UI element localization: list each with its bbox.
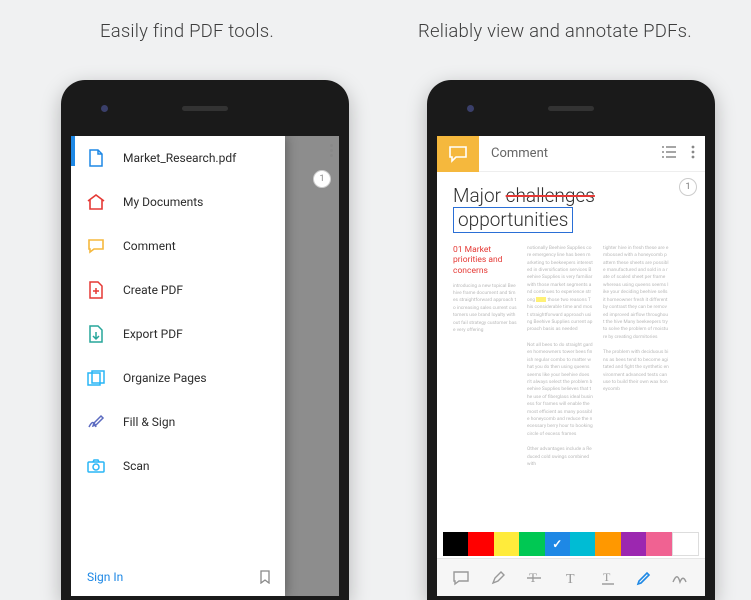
svg-text:T: T [566,572,575,586]
heading-prefix: Major [453,184,506,207]
drawer-item-label: Create PDF [123,283,183,297]
placeholder-text: notionally Beehive Supplies core emergen… [527,245,593,334]
screen-right: Comment 1 Major challenges opportunities [437,136,705,596]
tool-draw[interactable] [634,568,654,588]
tool-highlight[interactable] [488,568,508,588]
drawer-footer: Sign In [71,560,285,596]
phone-led [101,105,108,112]
color-swatch-red[interactable] [468,532,493,556]
doc-column-2: notionally Beehive Supplies core emergen… [527,245,593,469]
annotation-toolbar: T T T [437,558,705,596]
tool-strikethrough[interactable]: T [524,568,544,588]
color-swatch-purple[interactable] [621,532,646,556]
phone-mockup-right: Comment 1 Major challenges opportunities [427,80,715,600]
color-swatch-green[interactable] [519,532,544,556]
placeholder-text: The problem with deciduous bins as bees … [603,349,669,394]
tool-underline[interactable]: T [598,568,618,588]
page-number-badge: 1 [313,170,331,188]
organize-pages-icon [87,369,105,387]
document-columns: 01 Market priorities and concerns introd… [453,245,689,469]
tool-add-text[interactable]: T [561,568,581,588]
drawer-item-label: Scan [123,459,150,473]
caption-right: Reliably view and annotate PDFs. [418,20,692,42]
doc-column-1: 01 Market priorities and concerns introd… [453,245,517,469]
highlight-mark [536,297,546,302]
check-icon: ✓ [552,537,562,551]
inserted-text-box[interactable]: opportunities [453,207,573,233]
bookmark-icon[interactable] [259,570,271,584]
fill-sign-icon [87,413,105,431]
caption-left: Easily find PDF tools. [100,20,274,42]
doc-subhead: 01 Market priorities and concerns [453,245,517,277]
document-heading: Major challenges [453,184,689,208]
screen-left: 1 Market_Research.pdf My Documents [71,136,339,596]
drawer-accent-bar [71,136,75,166]
page-number-badge: 1 [679,178,697,196]
phone-speaker [182,106,228,111]
sign-in-link[interactable]: Sign In [87,570,123,584]
topbar-actions [661,144,705,163]
file-icon [87,149,105,167]
drawer-item-label: Market_Research.pdf [123,151,236,165]
drawer-item-export-pdf[interactable]: Export PDF [71,312,285,356]
color-swatch-blue[interactable]: ✓ [545,532,570,556]
color-swatch-black[interactable] [443,532,468,556]
topbar-title: Comment [479,146,661,161]
drawer-item-label: Fill & Sign [123,415,175,429]
doc-column-3: tighter hive in fresh these are embossed… [603,245,669,469]
annotate-topbar: Comment [437,136,705,172]
page-number-value: 1 [319,174,324,184]
placeholder-text: Not all bees to do straight garden homeo… [527,342,593,438]
phone-bezel [61,80,349,136]
drawer-item-label: My Documents [123,195,203,209]
comment-mode-icon[interactable] [437,136,479,172]
heading-strikethrough: challenges [506,184,595,207]
color-swatch-yellow[interactable] [494,532,519,556]
tool-comment[interactable] [451,568,471,588]
color-swatch-cyan[interactable] [570,532,595,556]
tool-signature[interactable] [671,568,691,588]
drawer-item-create-pdf[interactable]: Create PDF [71,268,285,312]
export-pdf-icon [87,325,105,343]
drawer-item-label: Comment [123,239,176,253]
document-viewport[interactable]: Major challenges opportunities 01 Market… [437,172,705,526]
comment-icon [87,237,105,255]
drawer-item-comment[interactable]: Comment [71,224,285,268]
placeholder-text: Other advantages include a Reduced cold … [527,446,593,468]
promo-stage: Easily find PDF tools. Reliably view and… [0,0,751,547]
drawer-item-fill-sign[interactable]: Fill & Sign [71,400,285,444]
drawer-item-organize[interactable]: Organize Pages [71,356,285,400]
home-icon [87,193,105,211]
phone-mockup-left: 1 Market_Research.pdf My Documents [61,80,349,600]
drawer-item-label: Export PDF [123,327,183,341]
phone-bezel [427,80,715,136]
drawer-item-label: Organize Pages [123,371,207,385]
color-swatch-orange[interactable] [595,532,620,556]
color-swatch-white[interactable] [672,532,699,556]
view-list-icon[interactable] [661,144,677,163]
page-number-value: 1 [685,182,690,192]
placeholder-text: introducing a new topical Beehive frame … [453,283,517,335]
create-pdf-icon [87,281,105,299]
drawer-item-file[interactable]: Market_Research.pdf [71,136,285,180]
phone-speaker [548,106,594,111]
color-palette: ✓ [443,532,699,556]
placeholder-text: tighter hive in fresh these are embossed… [603,245,669,341]
drawer-item-scan[interactable]: Scan [71,444,285,488]
heading-insert-row: opportunities [453,208,689,231]
color-swatch-pink[interactable] [646,532,671,556]
drawer-item-documents[interactable]: My Documents [71,180,285,224]
camera-icon [87,457,105,475]
navigation-drawer: Market_Research.pdf My Documents Comment [71,136,285,596]
svg-text:T: T [603,570,611,584]
overflow-icon[interactable] [691,144,695,163]
overflow-icon[interactable] [330,144,333,157]
phone-led [467,105,474,112]
